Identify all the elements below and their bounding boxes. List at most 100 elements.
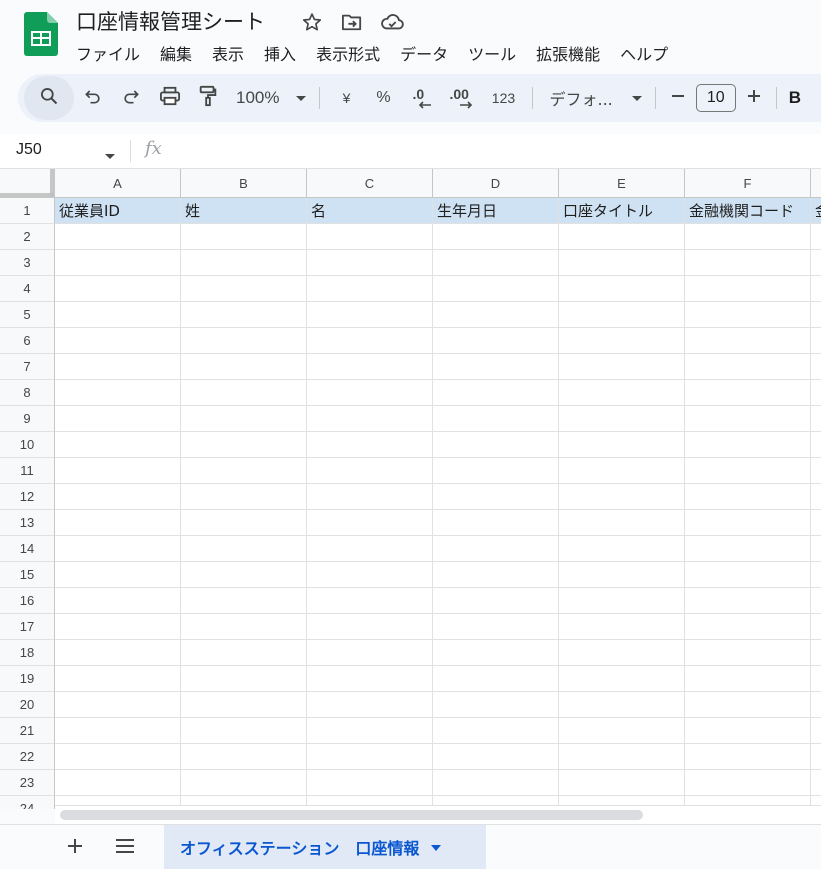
cell[interactable] — [55, 692, 181, 718]
cell[interactable] — [811, 614, 821, 640]
cell[interactable] — [559, 484, 685, 510]
cell[interactable] — [685, 536, 811, 562]
cell[interactable] — [55, 536, 181, 562]
row-header[interactable]: 19 — [0, 666, 55, 692]
cell[interactable] — [433, 224, 559, 250]
cell[interactable] — [559, 744, 685, 770]
cell[interactable] — [55, 406, 181, 432]
column-header-b[interactable]: B — [181, 169, 307, 198]
row-header[interactable]: 3 — [0, 250, 55, 276]
cell[interactable] — [307, 562, 433, 588]
cell[interactable] — [685, 640, 811, 666]
cell[interactable] — [307, 484, 433, 510]
cell[interactable] — [559, 536, 685, 562]
cell[interactable] — [55, 380, 181, 406]
cell[interactable] — [811, 666, 821, 692]
font-family-select[interactable]: デフォ... — [541, 82, 646, 114]
cell[interactable] — [307, 588, 433, 614]
select-all-corner[interactable] — [0, 169, 55, 198]
caret-down-icon[interactable] — [431, 838, 442, 856]
star-icon[interactable] — [298, 10, 326, 34]
cell[interactable] — [685, 458, 811, 484]
cell[interactable] — [559, 250, 685, 276]
document-title[interactable]: 口座情報管理シート — [76, 6, 265, 36]
cell[interactable] — [811, 224, 821, 250]
row-header[interactable]: 12 — [0, 484, 55, 510]
row-header[interactable]: 16 — [0, 588, 55, 614]
cell[interactable] — [181, 614, 307, 640]
cell[interactable] — [307, 458, 433, 484]
cell[interactable] — [559, 614, 685, 640]
cell[interactable] — [685, 250, 811, 276]
cell[interactable] — [307, 276, 433, 302]
cell[interactable] — [181, 484, 307, 510]
search-menus-button[interactable] — [24, 76, 74, 120]
column-header-e[interactable]: E — [559, 169, 685, 198]
row-header[interactable]: 21 — [0, 718, 55, 744]
font-size-input[interactable]: 10 — [695, 84, 736, 112]
cell[interactable] — [559, 770, 685, 796]
cell[interactable] — [307, 432, 433, 458]
cell[interactable] — [55, 224, 181, 250]
increase-decimal-button[interactable]: .00 — [442, 82, 482, 114]
cell[interactable] — [811, 718, 821, 744]
row-header[interactable]: 18 — [0, 640, 55, 666]
cell[interactable] — [811, 406, 821, 432]
cell[interactable] — [811, 640, 821, 666]
cell[interactable] — [811, 588, 821, 614]
cell[interactable] — [685, 744, 811, 770]
cell[interactable] — [433, 380, 559, 406]
cell[interactable] — [433, 276, 559, 302]
cell[interactable] — [181, 666, 307, 692]
header-cell[interactable]: 金 — [811, 198, 821, 224]
cell[interactable] — [559, 640, 685, 666]
column-header-f[interactable]: F — [685, 169, 811, 198]
cell[interactable] — [55, 458, 181, 484]
menu-view[interactable]: 表示 — [202, 39, 254, 67]
cell[interactable] — [433, 302, 559, 328]
cell[interactable] — [307, 380, 433, 406]
cell[interactable] — [181, 536, 307, 562]
cell[interactable] — [307, 744, 433, 770]
cell[interactable] — [433, 328, 559, 354]
bold-button[interactable]: B — [789, 82, 801, 114]
cloud-saved-icon[interactable] — [378, 10, 406, 34]
cell[interactable] — [685, 380, 811, 406]
sheet-tab-active[interactable]: オフィスステーション 口座情報 — [164, 825, 486, 869]
cell[interactable] — [433, 536, 559, 562]
cell[interactable] — [55, 562, 181, 588]
chevron-down-icon[interactable] — [104, 148, 116, 166]
cell[interactable] — [55, 588, 181, 614]
header-cell[interactable]: 姓 — [181, 198, 307, 224]
cell[interactable] — [433, 614, 559, 640]
cell[interactable] — [811, 484, 821, 510]
horizontal-scrollbar[interactable] — [60, 810, 643, 820]
cell[interactable] — [181, 588, 307, 614]
cell[interactable] — [811, 510, 821, 536]
cell[interactable] — [307, 614, 433, 640]
cell[interactable] — [685, 562, 811, 588]
percent-format-button[interactable]: % — [364, 82, 402, 114]
cell[interactable] — [55, 432, 181, 458]
header-cell[interactable]: 生年月日 — [433, 198, 559, 224]
menu-edit[interactable]: 編集 — [150, 39, 202, 67]
cell[interactable] — [685, 224, 811, 250]
cell[interactable] — [55, 718, 181, 744]
decrease-decimal-button[interactable]: .0 — [402, 82, 442, 114]
cell[interactable] — [433, 692, 559, 718]
zoom-select[interactable]: 100% — [226, 82, 311, 114]
row-header[interactable]: 17 — [0, 614, 55, 640]
row-header[interactable]: 2 — [0, 224, 55, 250]
menu-data[interactable]: データ — [390, 39, 458, 67]
cell[interactable] — [181, 276, 307, 302]
all-sheets-button[interactable] — [112, 835, 138, 861]
row-header[interactable]: 23 — [0, 770, 55, 796]
cell[interactable] — [181, 328, 307, 354]
cell[interactable] — [685, 614, 811, 640]
cell[interactable] — [55, 302, 181, 328]
cell[interactable] — [559, 328, 685, 354]
cell[interactable] — [811, 458, 821, 484]
cell[interactable] — [307, 302, 433, 328]
column-header-c[interactable]: C — [307, 169, 433, 198]
cell[interactable] — [559, 224, 685, 250]
